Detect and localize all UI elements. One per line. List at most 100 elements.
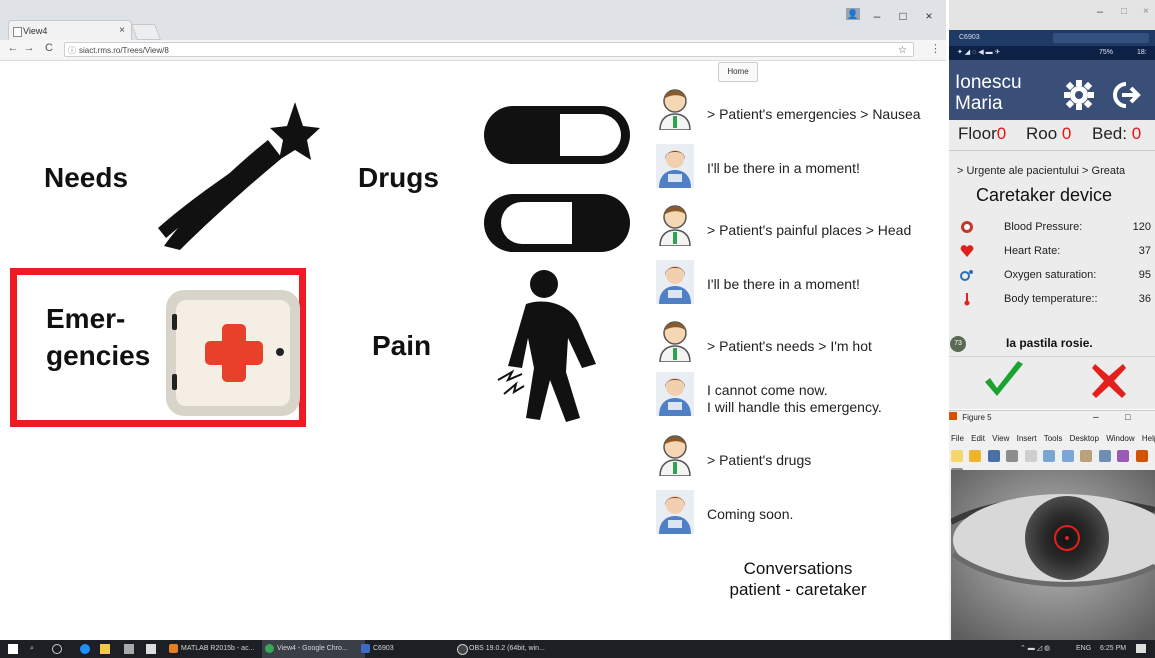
conversation-caption: Conversations patient - caretaker — [700, 558, 896, 600]
divider — [949, 150, 1155, 151]
eye-image — [951, 470, 1155, 640]
reload-icon[interactable]: C — [42, 42, 56, 54]
cortana-icon[interactable] — [52, 644, 62, 654]
menu-edit[interactable]: Edit — [971, 434, 985, 443]
message-row-patient: > Patient's painful places > Head — [656, 202, 944, 254]
tile-drugs-label[interactable]: Drugs — [358, 162, 439, 194]
taskbar-matlab[interactable]: MATLAB R2015b - ac... — [166, 640, 254, 658]
taskbar-app-label: MATLAB R2015b - ac... — [181, 645, 255, 652]
page-icon — [13, 27, 22, 37]
edge-icon[interactable] — [80, 644, 90, 654]
message-row-caretaker: I'll be there in a moment! — [656, 260, 944, 312]
message-row-patient: > Patient's drugs — [656, 432, 944, 484]
windows-start-icon[interactable] — [8, 644, 18, 654]
menu-window[interactable]: Window — [1106, 434, 1134, 443]
taskbar-obs[interactable]: OBS 19.0.2 (64bit, win... — [454, 640, 545, 658]
shooting-star-icon[interactable] — [150, 100, 320, 250]
tile-needs-label[interactable]: Needs — [44, 162, 128, 194]
patient-avatar-icon — [659, 205, 691, 246]
floor-info: Floor0 — [958, 124, 1006, 144]
patient-last-name: Ionescu — [955, 72, 1022, 93]
tile-emergencies-label[interactable]: Emer- gencies — [46, 300, 150, 374]
bed-value: 0 — [1131, 124, 1142, 143]
tray-icons[interactable]: ⌃ ▬ ◿ ◍ — [1020, 640, 1050, 658]
phone-minimize-button[interactable]: – — [1097, 6, 1103, 18]
menu-insert[interactable]: Insert — [1017, 434, 1037, 443]
mail-icon[interactable] — [146, 644, 156, 654]
store-icon[interactable] — [124, 644, 134, 654]
action-center-icon[interactable] — [1136, 644, 1146, 653]
home-button[interactable]: Home — [718, 62, 758, 82]
back-icon[interactable]: ← — [6, 42, 20, 54]
clock[interactable]: 6:25 PM — [1100, 640, 1126, 658]
rotate-icon[interactable] — [1098, 450, 1111, 462]
vital-label: Oxygen saturation: — [1004, 269, 1097, 281]
pain-person-icon[interactable] — [496, 268, 606, 426]
caption-line-2: patient - caretaker — [729, 580, 867, 599]
blood-pressure-icon — [961, 221, 973, 233]
save-icon[interactable] — [987, 450, 1000, 462]
close-window-button[interactable]: × — [920, 8, 938, 24]
pointer-icon[interactable] — [1024, 450, 1037, 462]
figure-titlebar: Figure 5 – □ — [949, 412, 1130, 423]
open-file-icon[interactable] — [969, 450, 982, 462]
phone-maximize-button[interactable]: □ — [1121, 6, 1127, 17]
message-text: > Patient's drugs — [707, 452, 812, 468]
figure-minimize-button[interactable]: – — [1093, 412, 1099, 423]
phone-app-bar: C6903 — [949, 30, 1155, 46]
reject-x-icon[interactable] — [1090, 362, 1128, 400]
figure-maximize-button[interactable]: □ — [1125, 412, 1130, 422]
patient-avatar-icon — [659, 321, 691, 362]
tab-title: View4 — [23, 26, 48, 36]
zoom-in-icon[interactable] — [1043, 450, 1056, 462]
message-row-caretaker: I cannot come now. I will handle this em… — [656, 372, 944, 424]
caretaker-avatar-icon — [656, 490, 694, 534]
matlab-icon — [169, 644, 178, 653]
bookmark-star-icon[interactable]: ☆ — [898, 43, 907, 58]
minimize-button[interactable]: – — [868, 8, 886, 24]
notification-icons: ✦ ◢ ◌ ◀ ▬ ✈ — [957, 49, 1001, 56]
maximize-button[interactable]: □ — [894, 8, 912, 24]
taskbar-app-label: View4 - Google Chro... — [277, 645, 348, 652]
browser-menu-icon[interactable]: ⋮ — [930, 42, 941, 55]
explorer-icon[interactable] — [100, 644, 110, 654]
figure-menubar: File Edit View Insert Tools Desktop Wind… — [951, 434, 1155, 443]
patient-first-name: Maria — [955, 93, 1003, 114]
menu-tools[interactable]: Tools — [1044, 434, 1063, 443]
menu-help[interactable]: Help — [1142, 434, 1155, 443]
room-info: Roo 0 — [1026, 124, 1071, 144]
settings-gear-icon[interactable] — [1064, 80, 1094, 110]
browser-tab[interactable]: View4 × — [8, 20, 132, 40]
user-icon[interactable]: 👤 — [846, 8, 860, 20]
status-time: 18: — [1137, 49, 1147, 56]
accept-check-icon[interactable] — [982, 360, 1026, 400]
caretaker-avatar-icon — [656, 372, 694, 416]
zoom-out-icon[interactable] — [1061, 450, 1074, 462]
phone-toolbar-icons[interactable] — [1053, 33, 1149, 43]
taskbar-chrome[interactable]: View4 - Google Chro... — [262, 640, 365, 658]
menu-view[interactable]: View — [992, 434, 1009, 443]
address-bar[interactable]: ⓘ siact.rms.ro/Trees/View/8 ☆ — [64, 42, 914, 57]
new-figure-icon[interactable] — [951, 450, 963, 462]
tab-close-icon[interactable]: × — [119, 21, 125, 41]
pills-icon[interactable] — [482, 100, 632, 260]
language-indicator[interactable]: ENG — [1076, 640, 1091, 658]
search-icon[interactable]: ⌕ — [30, 640, 34, 658]
data-cursor-icon[interactable] — [1117, 450, 1130, 462]
brush-icon[interactable] — [1135, 450, 1148, 462]
first-aid-kit-icon[interactable] — [164, 288, 302, 418]
tile-pain-label[interactable]: Pain — [372, 330, 431, 362]
phone-close-button[interactable]: × — [1143, 6, 1149, 17]
logout-icon[interactable] — [1108, 80, 1142, 110]
phone-window-title: C6903 — [959, 34, 980, 41]
message-text: > Patient's painful places > Head — [707, 222, 912, 238]
pan-icon[interactable] — [1080, 450, 1093, 462]
forward-icon[interactable]: → — [22, 42, 36, 54]
vital-row-blood-pressure: Blood Pressure: 120 — [956, 218, 1151, 240]
new-tab-button[interactable] — [131, 24, 161, 40]
patient-name: Ionescu Maria — [955, 72, 1045, 114]
taskbar-phone[interactable]: C6903 — [358, 640, 394, 658]
print-icon[interactable] — [1006, 450, 1019, 462]
menu-file[interactable]: File — [951, 434, 964, 443]
menu-desktop[interactable]: Desktop — [1070, 434, 1099, 443]
